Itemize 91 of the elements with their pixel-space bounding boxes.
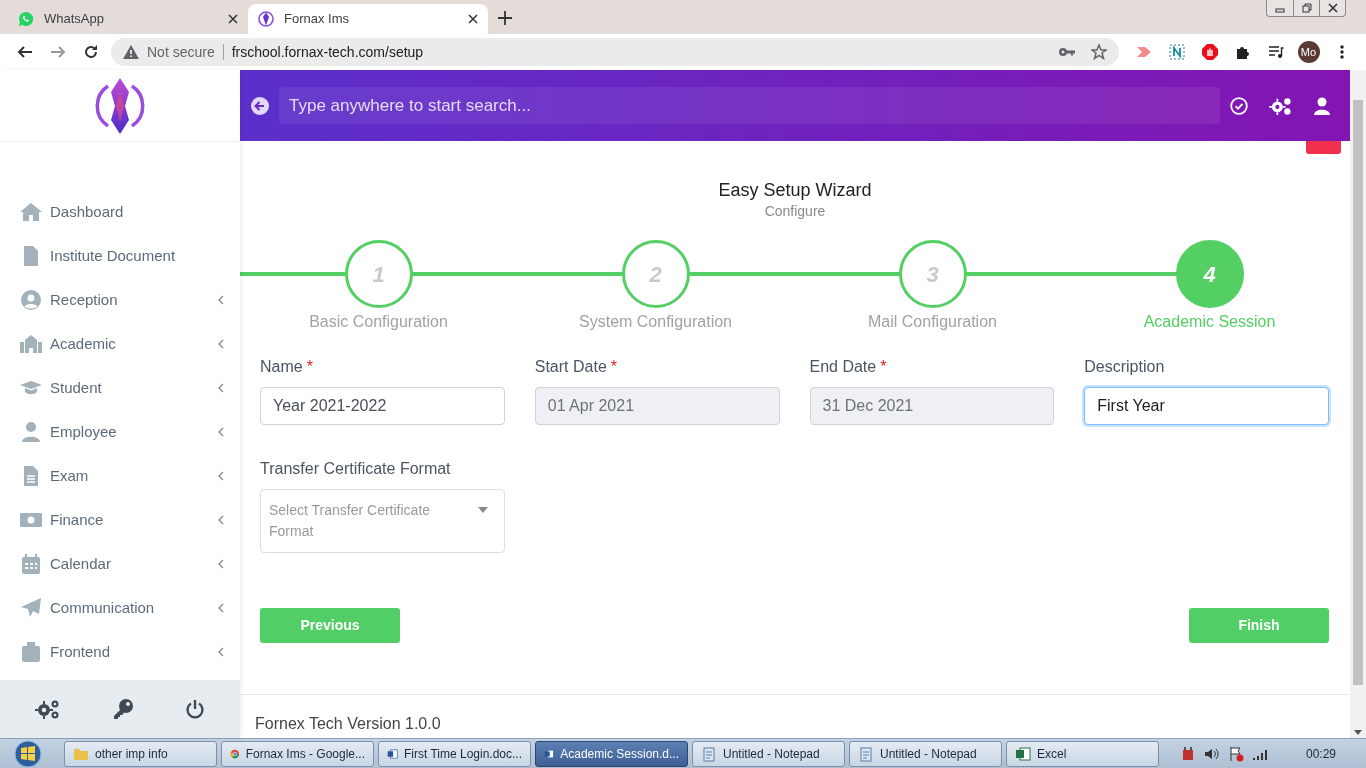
puzzle-icon[interactable] — [1234, 44, 1251, 60]
app-logo-icon — [258, 11, 274, 27]
step-label: Basic Configuration — [309, 312, 448, 331]
step-label: Mail Configuration — [868, 312, 997, 331]
tab-title: WhatsApp — [44, 10, 104, 29]
taskbar-button[interactable]: Untitled - Notepad — [692, 740, 845, 767]
notepad-icon — [858, 745, 874, 762]
playlist-icon[interactable] — [1267, 44, 1284, 60]
sidebar-item[interactable]: Reception — [0, 278, 240, 322]
close-icon[interactable] — [468, 14, 478, 24]
restore-icon[interactable] — [1300, 2, 1313, 14]
sidebar-item[interactable]: Dashboard — [0, 190, 240, 234]
chevron-icon — [218, 647, 224, 657]
scroll-down-icon[interactable] — [1354, 730, 1362, 735]
chevron-icon — [218, 515, 224, 525]
step-label: System Configuration — [579, 312, 732, 331]
taskbar-button[interactable]: First Time Login.doc... — [378, 740, 531, 767]
url-text: frschool.fornax-tech.com/setup — [231, 42, 424, 62]
field-label: End Date — [809, 358, 877, 375]
sidebar-item[interactable]: Institute Document — [0, 234, 240, 278]
wizard-title: Easy Setup Wizard — [717, 180, 873, 201]
sidebar-item[interactable]: Employee — [0, 410, 240, 454]
home-icon — [19, 200, 43, 224]
chevron-icon — [218, 295, 224, 305]
chevron-icon — [218, 559, 224, 569]
browser-tab[interactable]: Fornax Ims — [248, 4, 488, 34]
person-icon — [19, 420, 43, 444]
step-label: Academic Session — [1143, 312, 1276, 331]
required-mark: * — [306, 358, 313, 375]
chevron-icon — [218, 383, 224, 393]
settings-icon[interactable] — [1269, 95, 1293, 116]
sidebar-item[interactable]: Finance — [0, 498, 240, 542]
close-icon[interactable] — [1326, 2, 1339, 14]
forward-icon[interactable] — [49, 44, 66, 60]
menu-icon[interactable] — [1339, 44, 1344, 60]
check-circle-icon[interactable] — [1230, 96, 1248, 115]
chat-bubble-icon — [18, 11, 34, 27]
sidebar-item[interactable]: Communication — [0, 586, 240, 630]
sidebar-item[interactable]: Frontend — [0, 630, 240, 674]
chevron-icon — [218, 427, 224, 437]
taskbar-button[interactable]: Fornax Ims - Google... — [221, 740, 374, 767]
browser-tab[interactable]: WhatsApp — [8, 4, 248, 34]
reload-icon[interactable] — [82, 44, 99, 60]
user-circle-icon — [19, 288, 43, 312]
briefcase-icon — [19, 640, 43, 664]
close-icon[interactable] — [228, 14, 238, 24]
new-tab-icon[interactable] — [498, 11, 512, 25]
flag-icon[interactable] — [1227, 745, 1244, 762]
field-label: Transfer Certificate Format — [260, 459, 452, 478]
required-mark: * — [610, 358, 617, 375]
wizard-subtitle: Configure — [763, 203, 827, 220]
sidebar-item[interactable]: Exam — [0, 454, 240, 498]
calendar-icon — [19, 552, 43, 576]
sidebar-item[interactable]: Calendar — [0, 542, 240, 586]
letter-n-icon[interactable] — [1168, 44, 1185, 60]
taskbar-button[interactable]: other imp info — [64, 740, 217, 767]
footer-text: Fornex Tech Version 1.0.0 — [240, 694, 1350, 733]
profile-avatar[interactable]: Mo — [1297, 41, 1320, 63]
key-icon[interactable] — [112, 698, 134, 720]
notepad-icon — [701, 745, 717, 762]
user-icon[interactable] — [1314, 96, 1330, 115]
input-field[interactable]: Year 2021-2022 — [260, 387, 505, 425]
warning-icon — [123, 45, 139, 59]
field-label: Description — [1084, 357, 1166, 376]
caret-icon — [478, 507, 488, 513]
back-icon[interactable] — [16, 44, 33, 60]
security-label: Not secure — [147, 42, 215, 62]
chevron-icon — [218, 339, 224, 349]
chevron-icon — [218, 603, 224, 613]
taskbar-button[interactable]: Academic Session.d... — [535, 740, 688, 767]
school-building-icon — [19, 332, 43, 356]
tab-title: Fornax Ims — [284, 10, 349, 29]
star-icon[interactable] — [1091, 44, 1107, 60]
required-mark: * — [880, 358, 887, 375]
signal-icon[interactable] — [1251, 747, 1268, 760]
field-label: Start Date — [534, 358, 607, 375]
chevron-icon — [218, 471, 224, 481]
sidebar-item[interactable]: Student — [0, 366, 240, 410]
taskbar-button[interactable]: Excel — [1006, 740, 1159, 767]
sidebar-item[interactable]: Academic — [0, 322, 240, 366]
spreadsheet-icon — [1015, 745, 1031, 762]
scrollbar-thumb[interactable] — [1353, 100, 1363, 685]
key-icon[interactable] — [1059, 47, 1075, 57]
address-bar[interactable]: Not secure frschool.fornax-tech.com/setup — [111, 38, 1119, 66]
back-icon[interactable] — [251, 96, 269, 115]
taskbar-button[interactable]: Untitled - Notepad — [849, 740, 1002, 767]
input-field[interactable]: First Year — [1084, 387, 1329, 425]
power-icon[interactable] — [184, 699, 205, 719]
field-label: Name — [260, 358, 303, 375]
dropdown-field[interactable]: Select Transfer Certificate Format — [260, 489, 505, 553]
clock-text: 00:29 — [1305, 745, 1336, 763]
